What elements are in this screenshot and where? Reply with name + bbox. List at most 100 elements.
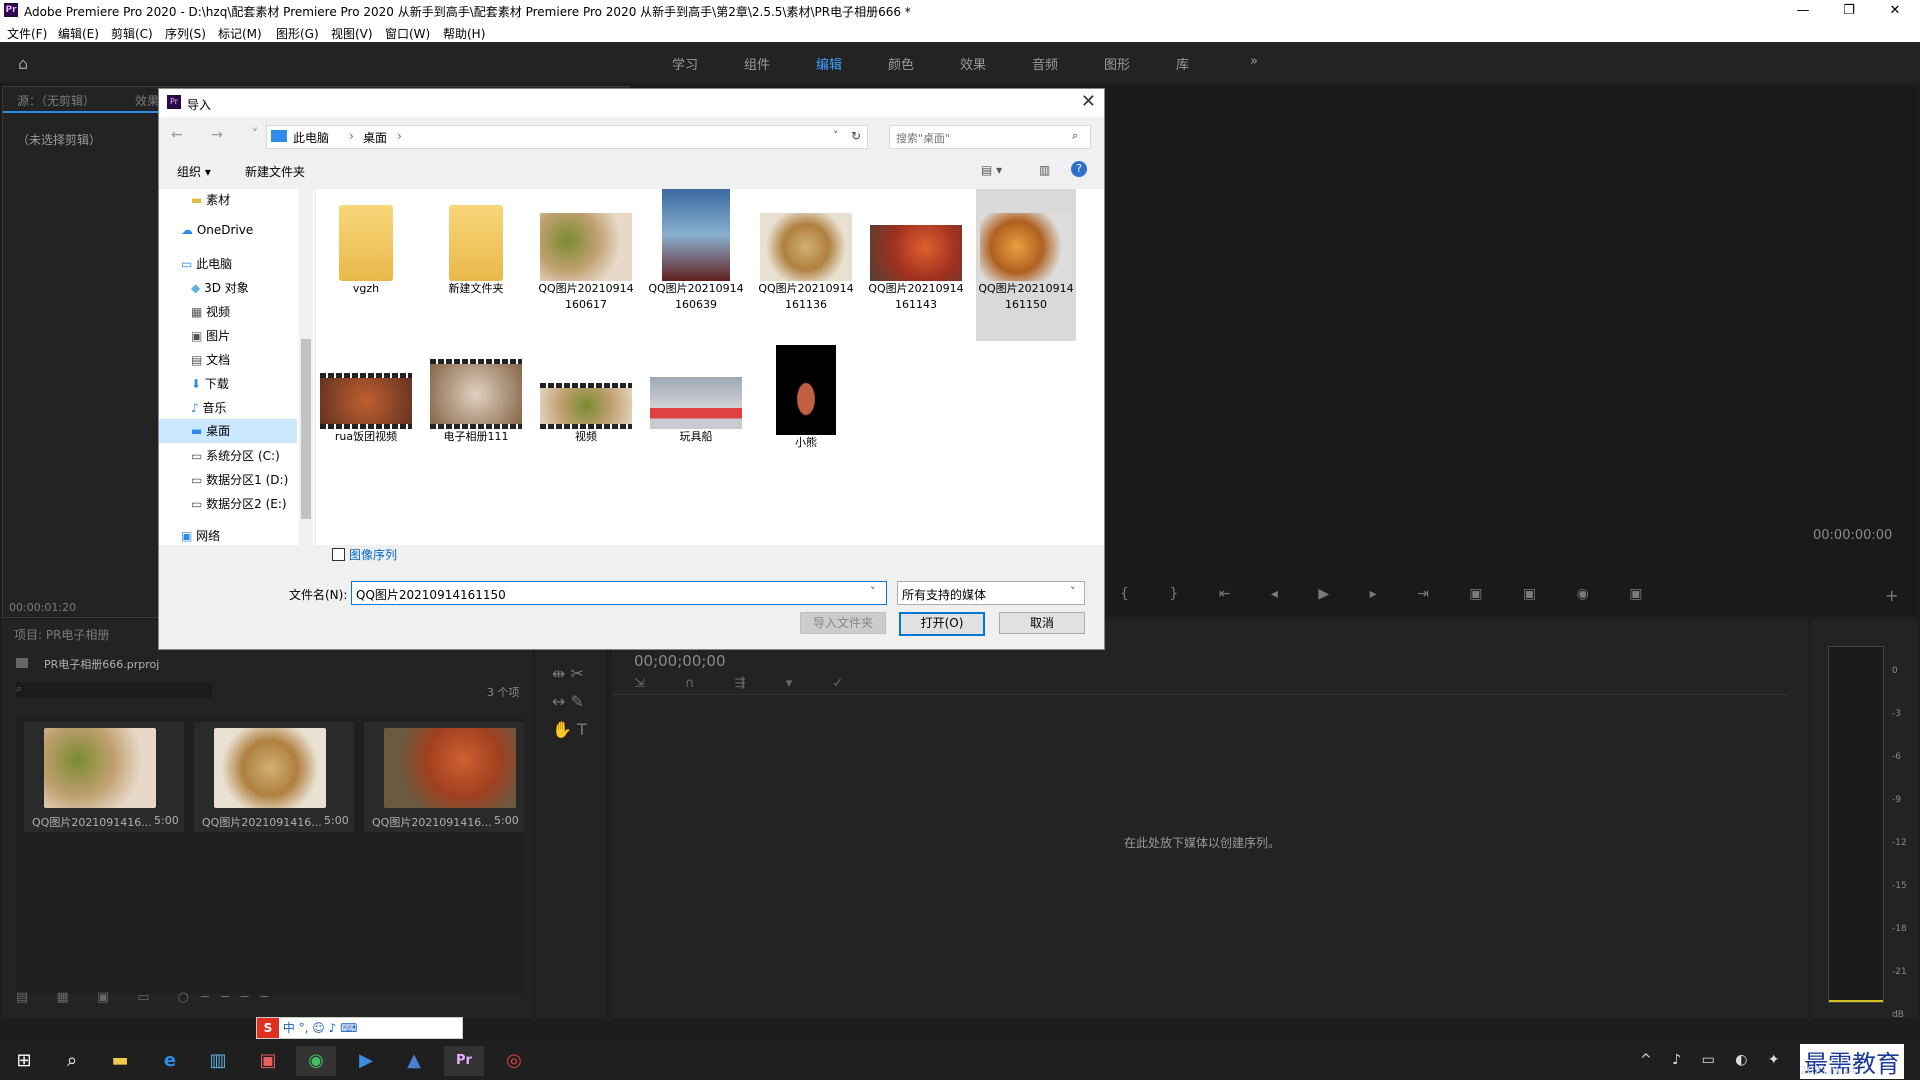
refresh-icon[interactable]: ↻ (851, 129, 861, 143)
workspace-libraries[interactable]: 库 (1176, 54, 1189, 73)
open-button[interactable]: 打开(O) (899, 612, 985, 636)
home-icon[interactable]: ⌂ (18, 54, 36, 73)
file-explorer-icon[interactable]: ▬ (100, 1046, 140, 1076)
tree-item-downloads[interactable]: ⬇ 下载 (191, 375, 229, 392)
image-sequence-label[interactable]: 图像序列 (349, 546, 397, 563)
tree-item-drive-d[interactable]: ▭ 数据分区1 (D:) (191, 471, 288, 488)
menu-view[interactable]: 视图(V) (331, 25, 373, 42)
filetype-select[interactable]: 所有支持的媒体 ˅ (897, 581, 1085, 605)
tree-item-3d[interactable]: ◆ 3D 对象 (191, 279, 249, 296)
menu-clip[interactable]: 剪辑(C) (111, 25, 153, 42)
tree-item-onedrive[interactable]: ☁ OneDrive (181, 223, 253, 237)
tree-item-sucai[interactable]: ▬ 素材 (191, 191, 230, 208)
tree-item-network[interactable]: ▣ 网络 (181, 527, 220, 544)
project-tab[interactable]: 项目: PR电子相册 (14, 626, 109, 643)
timeline-tools[interactable]: ⇲ ∩ ⇶ ▾ ✓ (634, 676, 861, 691)
menu-marker[interactable]: 标记(M) (218, 25, 262, 42)
menu-graphics[interactable]: 图形(G) (276, 25, 319, 42)
image-app-icon[interactable]: ▲ (394, 1046, 434, 1076)
file-item[interactable]: 小熊 (756, 345, 856, 451)
premiere-taskbar-icon[interactable]: Pr (444, 1046, 484, 1076)
file-item[interactable]: rua饭团视频 (316, 345, 416, 445)
address-bar[interactable]: 此电脑 › 桌面 › ˅ ↻ (266, 125, 868, 149)
transport-controls[interactable]: { } ⇤ ◂ ▶ ▸ ⇥ ▣ ▣ ◉ ▣ (1120, 586, 1661, 602)
chevron-down-icon[interactable]: ˅ (1070, 585, 1076, 598)
menu-sequence[interactable]: 序列(S) (165, 25, 206, 42)
menu-edit[interactable]: 编辑(E) (58, 25, 99, 42)
effects-tab[interactable]: 效果 (135, 92, 159, 109)
organize-button[interactable]: 组织 ▾ (177, 163, 211, 180)
close-icon[interactable]: ✕ (1872, 0, 1918, 22)
project-bottom-toolbar[interactable]: ▤ ▦ ▣ ▭ ○──── (16, 990, 280, 1005)
chrome-like-icon[interactable]: ◉ (296, 1046, 336, 1076)
workspace-effects[interactable]: 效果 (960, 54, 986, 73)
import-folder-button[interactable]: 导入文件夹 (800, 612, 886, 634)
tree-item-documents[interactable]: ▤ 文档 (191, 351, 230, 368)
preview-pane-icon[interactable]: ▥ (1039, 163, 1050, 177)
file-item[interactable]: vgzh (316, 189, 416, 297)
system-tray-icons[interactable]: ^ ♪ ▭ ◐ ✦ S (1640, 1052, 1817, 1068)
search-icon[interactable]: ⌕ (52, 1046, 92, 1076)
tree-item-drive-c[interactable]: ▭ 系统分区 (C:) (191, 447, 280, 464)
tree-item-this-pc[interactable]: ▭ 此电脑 (181, 255, 232, 272)
cancel-button[interactable]: 取消 (999, 612, 1085, 634)
more-workspaces-icon[interactable]: » (1250, 54, 1258, 69)
add-button-icon[interactable]: + (1885, 586, 1898, 605)
file-item[interactable]: 玩具船 (646, 345, 746, 445)
source-tab[interactable]: 源：（无剪辑） (17, 92, 95, 109)
search-input[interactable]: 搜索"桌面" ⌕ (889, 125, 1091, 149)
image-sequence-checkbox[interactable] (332, 548, 345, 561)
ime-toolbar[interactable]: S 中 °, ☺ ♪ ⌨ (256, 1017, 463, 1039)
menu-window[interactable]: 窗口(W) (385, 25, 430, 42)
tree-item-drive-e[interactable]: ▭ 数据分区2 (E:) (191, 495, 287, 512)
workspace-color[interactable]: 颜色 (888, 54, 914, 73)
address-dropdown-icon[interactable]: ˅ (833, 129, 839, 142)
chevron-down-icon[interactable]: ˅ (870, 585, 876, 598)
filename-input[interactable]: QQ图片20210914161150 ˅ (351, 581, 887, 605)
menu-bar: 文件(F) 编辑(E) 剪辑(C) 序列(S) 标记(M) 图形(G) 视图(V… (0, 22, 1920, 42)
chrome-icon[interactable]: ◎ (494, 1046, 534, 1076)
file-item-selected[interactable]: QQ图片20210914161150 (976, 189, 1076, 341)
file-item[interactable]: 电子相册111 (426, 345, 526, 445)
scrollbar-thumb[interactable] (301, 339, 311, 519)
tree-scrollbar[interactable] (299, 189, 313, 545)
file-item[interactable]: QQ图片20210914160639 (646, 189, 746, 313)
meter-scale: 0 -3 -6 -9 -12 -15 -18 -21 dB (1892, 666, 1907, 1020)
dialog-close-icon[interactable]: ✕ (1081, 91, 1096, 112)
menu-file[interactable]: 文件(F) (7, 25, 47, 42)
workspace-editing[interactable]: 编辑 (816, 54, 842, 73)
breadcrumb-desktop[interactable]: 桌面 (363, 129, 387, 146)
project-item[interactable]: QQ图片2021091416... 5:00 (194, 722, 354, 832)
file-item[interactable]: QQ图片20210914161143 (866, 189, 966, 313)
tree-item-pictures[interactable]: ▣ 图片 (191, 327, 230, 344)
workspace-audio[interactable]: 音频 (1032, 54, 1058, 73)
minimize-icon[interactable]: — (1780, 0, 1826, 22)
menu-help[interactable]: 帮助(H) (443, 25, 485, 42)
tool-icons[interactable]: ⇹ ✂ ↔ ✎ ✋ T (552, 660, 596, 744)
view-options-icon[interactable]: ▤ ▾ (981, 163, 1002, 177)
workspace-graphics[interactable]: 图形 (1104, 54, 1130, 73)
tree-item-music[interactable]: ♪ 音乐 (191, 399, 227, 416)
file-item[interactable]: QQ图片20210914161136 (756, 189, 856, 313)
workspace-assembly[interactable]: 组件 (744, 54, 770, 73)
file-item[interactable]: QQ图片20210914160617 (536, 189, 636, 313)
tree-item-desktop[interactable]: ▬ 桌面 (159, 419, 297, 443)
breadcrumb-this-pc[interactable]: 此电脑 (293, 129, 329, 146)
restore-icon[interactable]: ❐ (1826, 0, 1872, 22)
workspace-learn[interactable]: 学习 (672, 54, 698, 73)
premiere-dialog-icon: Pr (167, 95, 181, 109)
help-icon[interactable]: ? (1071, 161, 1087, 177)
file-item[interactable]: 新建文件夹 (426, 189, 526, 297)
file-item[interactable]: 视频 (536, 345, 636, 445)
app-icon[interactable]: ▥ (198, 1046, 238, 1076)
project-search-input[interactable]: ⌕ (16, 682, 212, 698)
edge-icon[interactable]: e (150, 1046, 190, 1076)
project-item[interactable]: QQ图片2021091416... 5:00 (24, 722, 184, 832)
windows-start-icon[interactable]: ⊞ (4, 1046, 44, 1076)
video-app-icon[interactable]: ▶ (346, 1046, 386, 1076)
folder-icon (16, 658, 28, 668)
project-item[interactable]: QQ图片2021091416... 5:00 (364, 722, 524, 832)
new-folder-button[interactable]: 新建文件夹 (245, 163, 305, 180)
photos-icon[interactable]: ▣ (248, 1046, 288, 1076)
tree-item-videos[interactable]: ▦ 视频 (191, 303, 230, 320)
